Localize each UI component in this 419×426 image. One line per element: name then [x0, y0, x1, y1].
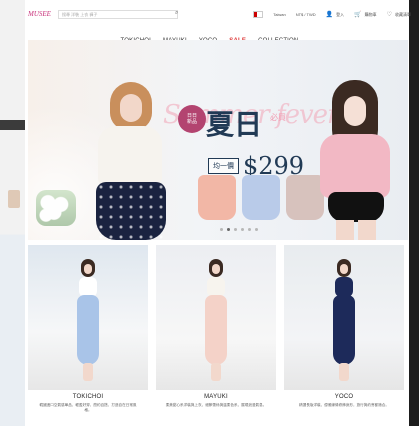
search-icon[interactable]: ⌕	[175, 10, 181, 16]
currency-label: NT$ / TWD	[295, 12, 316, 17]
model-dress	[333, 295, 355, 365]
model-top	[98, 126, 162, 188]
model-face	[120, 94, 142, 122]
header-tools: Taiwan NT$ / TWD 👤 登入 🛒 購物車 ♡ 收藏清單	[253, 10, 411, 19]
search-placeholder: 搜尋 洋裝 上衣 褲子	[62, 12, 98, 17]
flag-icon	[253, 11, 264, 18]
model-face	[344, 96, 366, 126]
hero-model-right	[306, 80, 398, 240]
login-label: 登入	[336, 11, 345, 17]
wishlist-label: 收藏清單	[395, 11, 411, 17]
hero-model-left	[88, 82, 174, 240]
badge-line-2: 新品	[186, 119, 197, 125]
carousel-dot[interactable]	[234, 228, 237, 231]
search-input[interactable]: 搜尋 洋裝 上衣 褲子	[58, 10, 178, 19]
model-face	[84, 264, 92, 274]
model-legs	[336, 220, 376, 240]
login-link[interactable]: 👤 登入	[326, 12, 344, 18]
flower-bouquet	[36, 190, 76, 226]
right-edge-background	[409, 0, 419, 426]
model-figure	[73, 259, 103, 384]
model-legs	[83, 363, 93, 381]
carousel-dot[interactable]	[220, 228, 223, 231]
brand-card-description: 精選長版洋裝，優雅線條修飾身形，旅行與約會都適合。	[299, 403, 389, 407]
model-legs	[211, 363, 221, 381]
flat-price-chip: 均一價	[208, 158, 239, 174]
brand-card-yoco[interactable]: YOCO 精選長版洋裝，優雅線條修飾身形，旅行與約會都適合。	[284, 245, 404, 426]
language-label: Taiwan	[273, 12, 286, 17]
model-figure	[201, 259, 231, 384]
model-top	[207, 277, 225, 297]
model-skirt	[205, 295, 227, 365]
brand-card-mayuki[interactable]: MAYUKI 柔美甜心系洋裝與上衣，細節蕾絲與溫柔色系，展現浪漫氣息。	[156, 245, 276, 426]
brand-card-tokichoi[interactable]: TOKICHOI 韓國進口空氣感單品，輕盈好穿，簡約百搭，打造自在日常風格。	[28, 245, 148, 426]
cart-label: 購物車	[364, 11, 377, 17]
model-legs	[339, 363, 349, 381]
hero-pink-text: 必買	[270, 113, 286, 122]
cart-icon: 🛒	[354, 11, 362, 18]
heart-icon: ♡	[386, 11, 392, 18]
model-top	[320, 134, 390, 198]
header: MUSEE 搜尋 洋裝 上衣 褲子 ⌕ Taiwan NT$ / TWD 👤 登…	[28, 10, 411, 22]
wishlist-link[interactable]: ♡ 收藏清單	[387, 12, 411, 18]
model-face	[340, 264, 348, 274]
brand-card-photo[interactable]	[284, 245, 404, 390]
brand-card-description: 韓國進口空氣感單品，輕盈好穿，簡約百搭，打造自在日常風格。	[39, 403, 137, 412]
carousel-dot[interactable]	[241, 228, 244, 231]
model-skirt	[96, 182, 166, 240]
hero-banner[interactable]: Summer fever 日日 新品 夏日 必買 均一價 $299	[28, 40, 408, 240]
featured-top-pink[interactable]	[198, 175, 236, 220]
model-top	[79, 277, 97, 297]
hero-main-title: 夏日	[206, 108, 263, 141]
brand-card-description: 柔美甜心系洋裝與上衣，細節蕾絲與溫柔色系，展現浪漫氣息。	[165, 403, 267, 407]
carousel-dot[interactable]	[248, 228, 251, 231]
model-face	[212, 264, 220, 274]
left-edge-background	[0, 0, 25, 426]
featured-top-blue[interactable]	[242, 175, 280, 220]
brand-card-title[interactable]: YOCO	[284, 394, 404, 400]
carousel-dot[interactable]	[255, 228, 258, 231]
brand-card-title[interactable]: MAYUKI	[156, 394, 276, 400]
model-shorts	[328, 192, 384, 222]
cart-link[interactable]: 🛒 購物車	[354, 12, 376, 18]
currency-selector[interactable]: NT$ / TWD	[296, 12, 316, 17]
brand-card-photo[interactable]	[28, 245, 148, 390]
brand-card-photo[interactable]	[156, 245, 276, 390]
site-logo[interactable]: MUSEE	[28, 10, 51, 18]
carousel-dots	[220, 228, 258, 231]
main-nav: TOKICHOI MAYUKI YOCO SALE COLLECTION	[0, 29, 419, 44]
model-top	[335, 277, 353, 297]
model-skirt	[77, 295, 99, 365]
user-icon: 👤	[325, 11, 334, 18]
model-figure	[329, 259, 359, 384]
new-arrivals-badge[interactable]: 日日 新品	[178, 105, 206, 133]
brand-card-title[interactable]: TOKICHOI	[28, 394, 148, 400]
brand-cards: TOKICHOI 韓國進口空氣感單品，輕盈好穿，簡約百搭，打造自在日常風格。 M…	[28, 245, 408, 426]
language-selector[interactable]: Taiwan	[273, 12, 285, 17]
carousel-dot-active[interactable]	[227, 228, 230, 231]
